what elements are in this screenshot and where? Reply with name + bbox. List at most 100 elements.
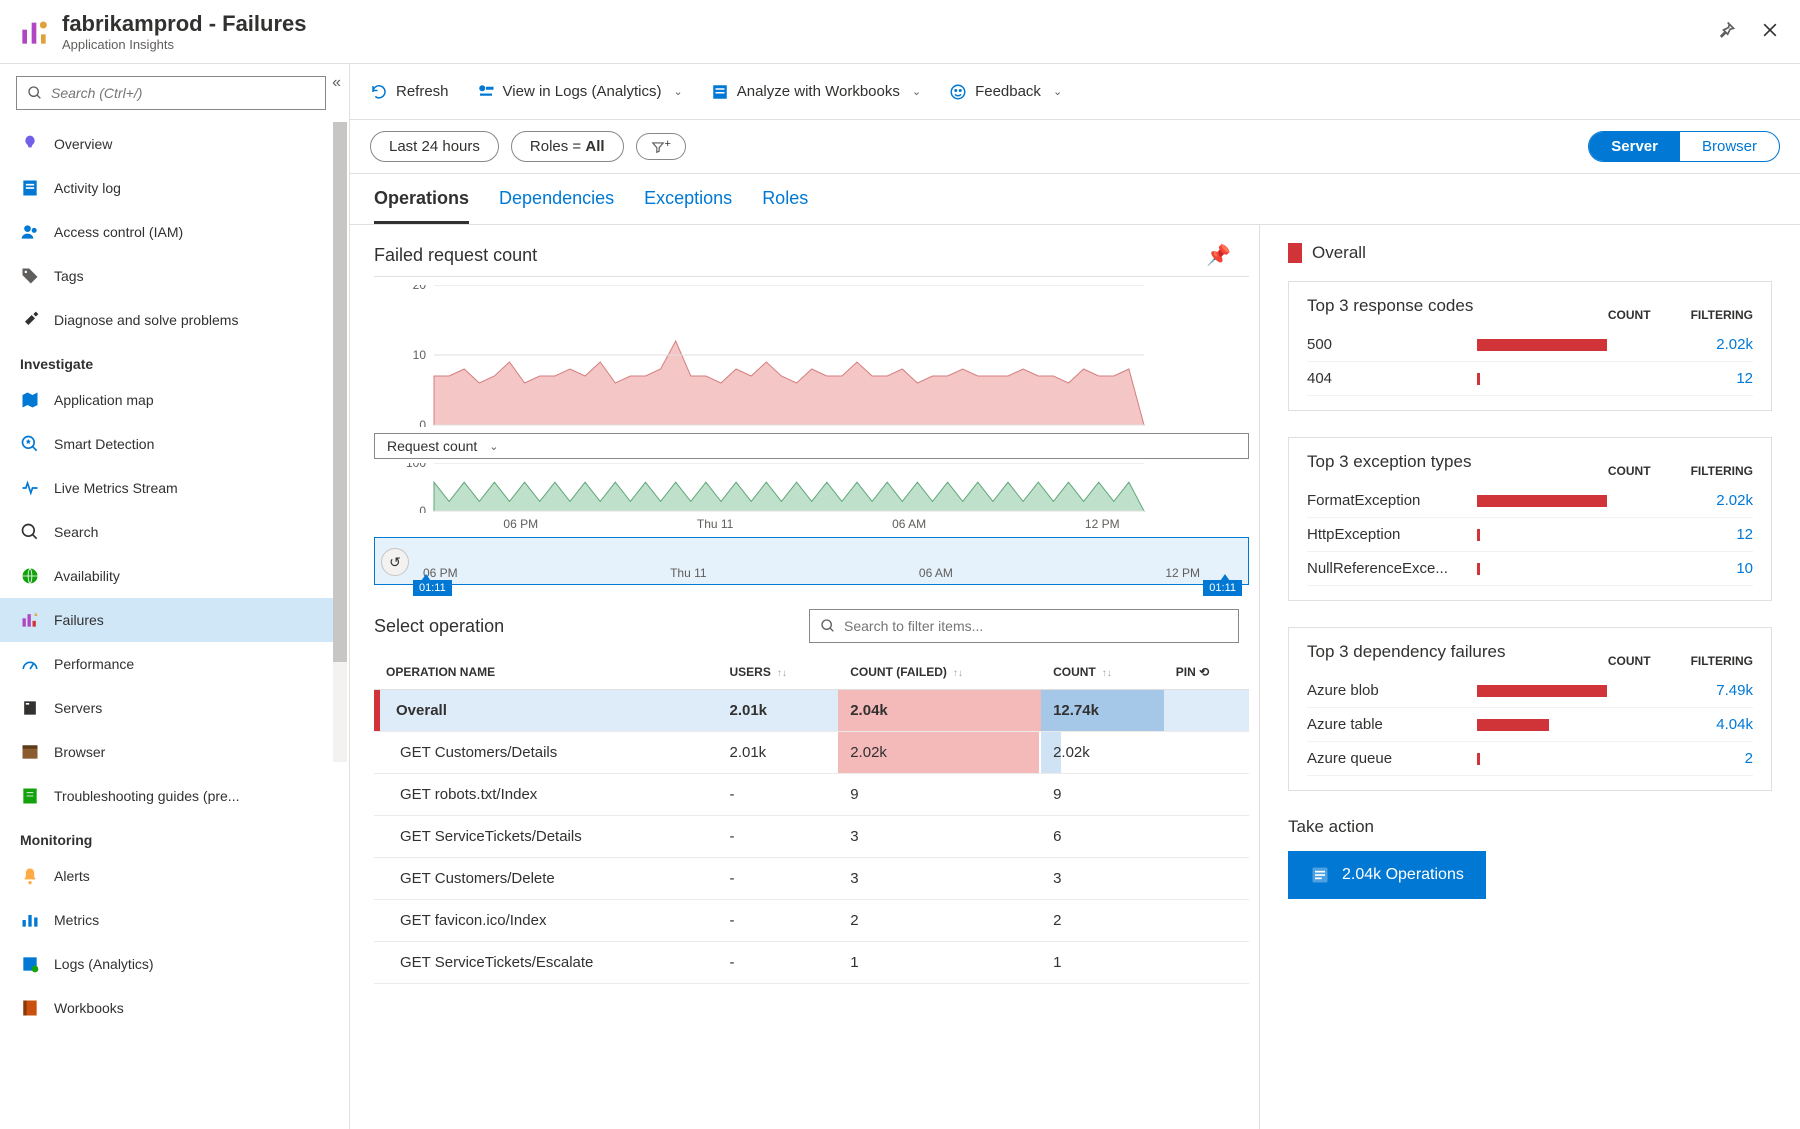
view-logs-label: View in Logs (Analytics) xyxy=(503,83,662,100)
sidebar-item-search[interactable]: Search xyxy=(0,510,345,554)
sidebar-item-live-metrics-stream[interactable]: Live Metrics Stream xyxy=(0,466,345,510)
op-col-1[interactable]: USERS↑↓ xyxy=(717,655,838,690)
tools-icon xyxy=(20,310,40,330)
filter-link[interactable]: 7.49k xyxy=(1716,682,1753,699)
sidebar-item-metrics[interactable]: Metrics xyxy=(0,898,345,942)
filter-link[interactable]: 2.02k xyxy=(1716,492,1753,509)
card-row[interactable]: NullReferenceExce...10 xyxy=(1307,552,1753,586)
sidebar-item-activity-log[interactable]: Activity log xyxy=(0,166,345,210)
card-row[interactable]: Azure queue2 xyxy=(1307,742,1753,776)
sidebar-item-alerts[interactable]: Alerts xyxy=(0,854,345,898)
sidebar-item-performance[interactable]: Performance xyxy=(0,642,345,686)
seg-browser[interactable]: Browser xyxy=(1680,132,1779,161)
collapse-sidebar-icon[interactable]: « xyxy=(332,74,341,92)
add-filter-pill[interactable]: + xyxy=(636,133,686,160)
svg-text:20: 20 xyxy=(413,285,427,292)
sidebar-item-failures[interactable]: Failures xyxy=(0,598,345,642)
alert-icon xyxy=(20,866,40,886)
view-logs-button[interactable]: View in Logs (Analytics)⌄ xyxy=(477,83,683,101)
card-row[interactable]: HttpException12 xyxy=(1307,518,1753,552)
close-icon[interactable] xyxy=(1760,20,1780,43)
axis-tick: 06 PM xyxy=(503,517,538,531)
guide-icon xyxy=(20,786,40,806)
sidebar: « OverviewActivity logAccess control (IA… xyxy=(0,64,350,1129)
nav-label: Live Metrics Stream xyxy=(54,480,178,496)
axis-tick: 12 PM xyxy=(1085,517,1120,531)
tab-exceptions[interactable]: Exceptions xyxy=(644,188,732,224)
sidebar-search[interactable] xyxy=(16,76,326,110)
filter-link[interactable]: 10 xyxy=(1736,560,1753,577)
card-row[interactable]: 40412 xyxy=(1307,362,1753,396)
table-row[interactable]: GET ServiceTickets/Escalate-11 xyxy=(374,942,1249,984)
nav-label: Alerts xyxy=(54,868,90,884)
card-row[interactable]: FormatException2.02k xyxy=(1307,484,1753,518)
operation-filter[interactable] xyxy=(809,609,1239,643)
sidebar-item-servers[interactable]: Servers xyxy=(0,686,345,730)
svg-text:0: 0 xyxy=(419,418,426,427)
operation-filter-input[interactable] xyxy=(844,618,1228,634)
operations-cta-button[interactable]: 2.04k Operations xyxy=(1288,851,1486,899)
sidebar-item-access-control-iam-[interactable]: Access control (IAM) xyxy=(0,210,345,254)
filter-link[interactable]: 12 xyxy=(1736,370,1753,387)
sidebar-item-browser[interactable]: Browser xyxy=(0,730,345,774)
filter-link[interactable]: 12 xyxy=(1736,526,1753,543)
table-row[interactable]: Overall2.01k2.04k12.74k xyxy=(374,690,1249,732)
people-icon xyxy=(20,222,40,242)
op-col-4[interactable]: PIN ⟲ xyxy=(1164,655,1249,690)
filter-link[interactable]: 4.04k xyxy=(1716,716,1753,733)
op-col-3[interactable]: COUNT↑↓ xyxy=(1041,655,1164,690)
chevron-down-icon: ⌄ xyxy=(912,85,921,98)
request-count-chart: 0100 xyxy=(374,463,1249,513)
gauge-icon xyxy=(20,654,40,674)
sidebar-search-input[interactable] xyxy=(51,85,315,101)
svg-text:10: 10 xyxy=(413,348,427,362)
nav-label: Troubleshooting guides (pre... xyxy=(54,788,239,804)
card-row[interactable]: Azure blob7.49k xyxy=(1307,674,1753,708)
card-exceptions: Top 3 exception typesCOUNTFILTERINGForma… xyxy=(1288,437,1772,601)
sidebar-item-smart-detection[interactable]: Smart Detection xyxy=(0,422,345,466)
refresh-button[interactable]: Refresh xyxy=(370,83,449,101)
search-star-icon xyxy=(20,434,40,454)
filter-link[interactable]: 2 xyxy=(1745,750,1753,767)
axis-tick: Thu 11 xyxy=(697,517,733,531)
tab-roles[interactable]: Roles xyxy=(762,188,808,224)
rewind-icon[interactable]: ↺ xyxy=(381,548,409,576)
sidebar-item-overview[interactable]: Overview xyxy=(0,122,345,166)
table-row[interactable]: GET ServiceTickets/Details-36 xyxy=(374,816,1249,858)
card-row[interactable]: Azure table4.04k xyxy=(1307,708,1753,742)
sidebar-item-workbooks[interactable]: Workbooks xyxy=(0,986,345,1030)
tab-operations[interactable]: Operations xyxy=(374,188,469,224)
workbook-icon xyxy=(20,998,40,1018)
pin-window-icon[interactable] xyxy=(1716,20,1736,43)
sidebar-item-logs-analytics-[interactable]: Logs (Analytics) xyxy=(0,942,345,986)
pin-chart-icon[interactable]: 📌 xyxy=(1206,243,1231,268)
sidebar-item-availability[interactable]: Availability xyxy=(0,554,345,598)
tag-icon xyxy=(20,266,40,286)
tab-dependencies[interactable]: Dependencies xyxy=(499,188,614,224)
nav-section-monitoring: Monitoring xyxy=(0,818,345,854)
table-row[interactable]: GET robots.txt/Index-99 xyxy=(374,774,1249,816)
sidebar-item-application-map[interactable]: Application map xyxy=(0,378,345,422)
table-row[interactable]: GET Customers/Details2.01k2.02k2.02k xyxy=(374,732,1249,774)
timeline-navigator[interactable]: ↺ 06 PM Thu 11 06 AM 12 PM 01:11 01:11 xyxy=(374,537,1249,585)
time-marker-end[interactable]: 01:11 xyxy=(1203,580,1242,596)
op-col-0[interactable]: OPERATION NAME xyxy=(374,655,717,690)
filter-link[interactable]: 2.02k xyxy=(1716,336,1753,353)
sidebar-scrollbar[interactable] xyxy=(333,122,347,762)
pulse-icon xyxy=(20,478,40,498)
seg-server[interactable]: Server xyxy=(1589,132,1680,161)
analyze-workbooks-button[interactable]: Analyze with Workbooks⌄ xyxy=(711,83,921,101)
op-col-2[interactable]: COUNT (FAILED)↑↓ xyxy=(838,655,1041,690)
request-count-dropdown[interactable]: Request count⌄ xyxy=(374,433,1249,459)
sidebar-item-diagnose-and-solve-problems[interactable]: Diagnose and solve problems xyxy=(0,298,345,342)
time-range-pill[interactable]: Last 24 hours xyxy=(370,131,499,162)
table-row[interactable]: GET Customers/Delete-33 xyxy=(374,858,1249,900)
sidebar-item-tags[interactable]: Tags xyxy=(0,254,345,298)
axis-tick: 06 AM xyxy=(892,517,926,531)
time-marker-start[interactable]: 01:11 xyxy=(413,580,452,596)
feedback-button[interactable]: Feedback⌄ xyxy=(949,83,1062,101)
roles-pill[interactable]: Roles = All xyxy=(511,131,624,162)
sidebar-item-troubleshooting-guides-pre-[interactable]: Troubleshooting guides (pre... xyxy=(0,774,345,818)
card-row[interactable]: 5002.02k xyxy=(1307,328,1753,362)
table-row[interactable]: GET favicon.ico/Index-22 xyxy=(374,900,1249,942)
